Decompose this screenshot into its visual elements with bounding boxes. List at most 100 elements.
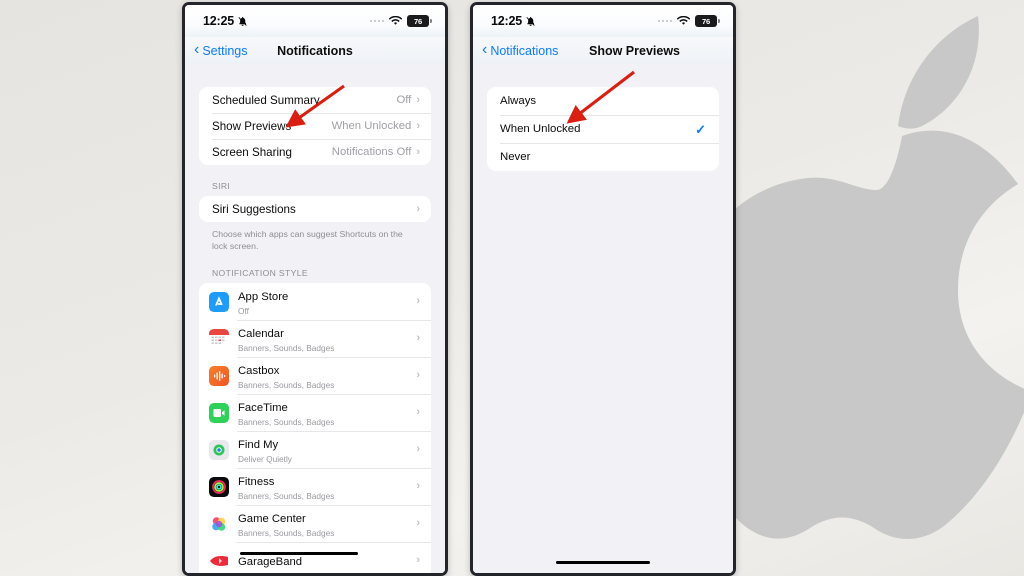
back-button-label: Settings bbox=[202, 43, 248, 58]
app-row-fitness[interactable]: Fitness Banners, Sounds, Badges › bbox=[199, 468, 431, 505]
garageband-icon bbox=[209, 550, 229, 571]
find-my-icon bbox=[209, 439, 229, 460]
chevron-right-icon: › bbox=[416, 145, 420, 158]
status-bar-right-cluster: 76 bbox=[369, 15, 432, 27]
status-time: 12:25 bbox=[203, 14, 234, 28]
back-button-notifications[interactable]: ‹ Notifications bbox=[482, 41, 559, 58]
app-sub: Banners, Sounds, Badges bbox=[238, 416, 335, 427]
app-row-castbox[interactable]: Castbox Banners, Sounds, Badges › bbox=[199, 357, 431, 394]
siri-footer-note: Choose which apps can suggest Shortcuts … bbox=[212, 229, 403, 251]
notification-style-card: App Store Off › Calendar Banners, Sounds… bbox=[199, 283, 431, 573]
option-label: When Unlocked bbox=[500, 123, 581, 135]
screen-notifications: 12:25 76 ‹ Settings Notifications Schedu… bbox=[185, 5, 445, 573]
app-name: Fitness bbox=[238, 475, 275, 488]
app-sub: Banners, Sounds, Badges bbox=[238, 527, 335, 538]
app-row-garageband[interactable]: GarageBand › bbox=[199, 542, 431, 573]
status-bar-right: 12:25 76 bbox=[473, 5, 733, 37]
screenshot-canvas: 12:25 76 ‹ Settings Notifications Schedu… bbox=[0, 0, 1024, 576]
battery-indicator: 76 bbox=[407, 15, 432, 27]
game-center-icon bbox=[209, 513, 229, 534]
option-never[interactable]: Never bbox=[487, 143, 719, 171]
siri-card: Siri Suggestions › bbox=[199, 196, 431, 222]
app-sub: Deliver Quietly bbox=[238, 453, 292, 464]
row-value: Off bbox=[396, 94, 412, 106]
chevron-right-icon: › bbox=[416, 295, 420, 307]
app-sub: Banners, Sounds, Badges bbox=[238, 490, 335, 501]
option-label: Always bbox=[500, 95, 537, 107]
settings-card: Scheduled Summary Off › Show Previews Wh… bbox=[199, 87, 431, 165]
app-name: Game Center bbox=[238, 512, 306, 525]
app-texts: Game Center Banners, Sounds, Badges bbox=[238, 509, 416, 539]
chevron-right-icon: › bbox=[416, 332, 420, 344]
app-name: Castbox bbox=[238, 364, 280, 377]
app-name: App Store bbox=[238, 290, 289, 303]
app-texts: Castbox Banners, Sounds, Badges bbox=[238, 361, 416, 391]
status-bar-left: 12:25 76 bbox=[185, 5, 445, 37]
app-row-facetime[interactable]: FaceTime Banners, Sounds, Badges › bbox=[199, 394, 431, 431]
nav-bar-show-previews: ‹ Notifications Show Previews bbox=[473, 37, 733, 64]
fitness-icon bbox=[209, 476, 229, 497]
chevron-right-icon: › bbox=[416, 93, 420, 106]
option-when-unlocked[interactable]: When Unlocked ✓ bbox=[487, 115, 719, 143]
option-always[interactable]: Always bbox=[487, 87, 719, 115]
app-sub: Off bbox=[238, 305, 249, 316]
castbox-icon bbox=[209, 365, 229, 386]
checkmark-icon: ✓ bbox=[695, 121, 706, 137]
bell-slash-icon bbox=[238, 16, 247, 26]
app-texts: Fitness Banners, Sounds, Badges bbox=[238, 472, 416, 502]
app-name: GarageBand bbox=[238, 555, 303, 568]
app-name: FaceTime bbox=[238, 401, 288, 414]
app-texts: FaceTime Banners, Sounds, Badges bbox=[238, 398, 416, 428]
battery-indicator: 76 bbox=[695, 15, 720, 27]
row-label: Screen Sharing bbox=[212, 145, 292, 159]
row-show-previews[interactable]: Show Previews When Unlocked › bbox=[199, 113, 431, 139]
calendar-icon bbox=[209, 328, 229, 349]
preview-options-card: Always When Unlocked ✓ Never bbox=[487, 87, 719, 171]
row-value: Notifications Off bbox=[331, 146, 412, 158]
app-texts: App Store Off bbox=[238, 287, 416, 317]
app-texts: Find My Deliver Quietly bbox=[238, 435, 416, 465]
chevron-right-icon: › bbox=[416, 517, 420, 529]
row-value: When Unlocked bbox=[331, 120, 412, 132]
facetime-icon bbox=[209, 402, 229, 423]
section-header-notification-style: NOTIFICATION STYLE bbox=[212, 268, 308, 278]
chevron-right-icon: › bbox=[416, 554, 420, 566]
app-sub: Banners, Sounds, Badges bbox=[238, 342, 335, 353]
home-indicator-right bbox=[556, 560, 650, 564]
app-name: Calendar bbox=[238, 327, 284, 340]
chevron-left-icon: ‹ bbox=[194, 41, 200, 58]
app-name: Find My bbox=[238, 438, 279, 451]
battery-level-text: 76 bbox=[413, 16, 423, 26]
row-label: Scheduled Summary bbox=[212, 93, 320, 107]
content-notifications: Scheduled Summary Off › Show Previews Wh… bbox=[185, 64, 445, 573]
back-button-settings[interactable]: ‹ Settings bbox=[194, 41, 248, 58]
chevron-right-icon: › bbox=[416, 119, 420, 132]
app-row-calendar[interactable]: Calendar Banners, Sounds, Badges › bbox=[199, 320, 431, 357]
wifi-icon bbox=[677, 16, 690, 25]
status-time: 12:25 bbox=[491, 14, 522, 28]
app-row-app-store[interactable]: App Store Off › bbox=[199, 283, 431, 320]
home-indicator-left bbox=[240, 552, 359, 555]
battery-level-text: 76 bbox=[701, 16, 711, 26]
row-scheduled-summary[interactable]: Scheduled Summary Off › bbox=[199, 87, 431, 113]
app-row-game-center[interactable]: Game Center Banners, Sounds, Badges › bbox=[199, 505, 431, 542]
status-bar-right-cluster: 76 bbox=[657, 15, 720, 27]
row-label: Show Previews bbox=[212, 119, 292, 133]
chevron-right-icon: › bbox=[416, 480, 420, 492]
app-store-icon bbox=[209, 291, 229, 312]
app-row-find-my[interactable]: Find My Deliver Quietly › bbox=[199, 431, 431, 468]
chevron-right-icon: › bbox=[416, 406, 420, 418]
signal-dots-icon bbox=[657, 19, 672, 23]
chevron-right-icon: › bbox=[416, 369, 420, 381]
chevron-right-icon: › bbox=[416, 202, 420, 215]
back-button-label: Notifications bbox=[490, 43, 559, 58]
chevron-right-icon: › bbox=[416, 443, 420, 455]
row-screen-sharing[interactable]: Screen Sharing Notifications Off › bbox=[199, 139, 431, 165]
chevron-left-icon: ‹ bbox=[482, 41, 488, 58]
row-siri-suggestions[interactable]: Siri Suggestions › bbox=[199, 196, 431, 222]
bell-slash-icon bbox=[526, 16, 535, 26]
phone-show-previews: 12:25 76 ‹ Notifications Show Previews A… bbox=[470, 2, 736, 576]
row-label: Siri Suggestions bbox=[212, 202, 296, 216]
status-bar-left-cluster: 12:25 bbox=[491, 14, 536, 28]
screen-show-previews: 12:25 76 ‹ Notifications Show Previews A… bbox=[473, 5, 733, 573]
